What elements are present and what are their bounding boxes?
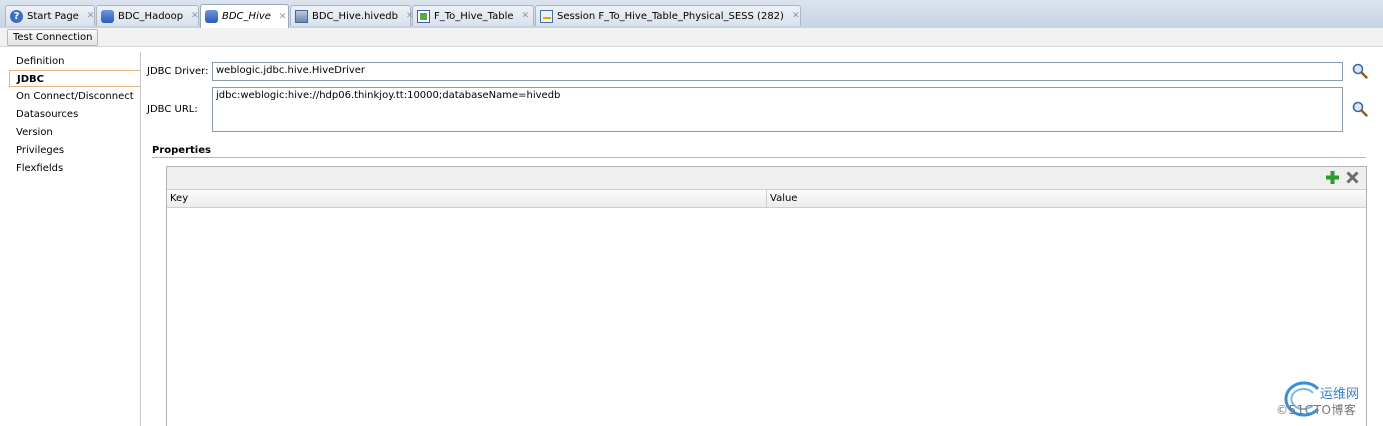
- tab-start-page[interactable]: ? Start Page ✕: [5, 5, 95, 26]
- nav-item-datasources[interactable]: Datasources: [9, 106, 140, 123]
- tab-bdc-hadoop[interactable]: BDC_Hadoop ✕: [96, 5, 199, 26]
- session-icon: [540, 9, 553, 23]
- column-header-value[interactable]: Value: [767, 190, 1366, 207]
- tab-label: Start Page: [27, 10, 79, 22]
- tab-label: BDC_Hive: [222, 11, 271, 22]
- properties-toolbar: [167, 167, 1366, 190]
- editor-nav: Definition JDBC On Connect/Disconnect Da…: [9, 52, 141, 426]
- table-header: Key Value: [167, 190, 1366, 208]
- jdbc-url-label: JDBC URL:: [147, 104, 198, 115]
- nav-item-privileges[interactable]: Privileges: [9, 142, 140, 159]
- database-icon: [101, 9, 114, 23]
- close-icon[interactable]: ✕: [279, 12, 287, 22]
- tab-label: Session F_To_Hive_Table_Physical_SESS (2…: [557, 10, 784, 22]
- jdbc-url-field[interactable]: jdbc:weblogic:hive://hdp06.thinkjoy.tt:1…: [212, 87, 1343, 132]
- close-icon[interactable]: ✕: [792, 11, 800, 21]
- column-header-key[interactable]: Key: [167, 190, 767, 207]
- editor-tab-bar: ? Start Page ✕ BDC_Hadoop ✕ BDC_Hive ✕ B…: [0, 0, 1383, 29]
- tab-f-to-hive-table[interactable]: F_To_Hive_Table ✕: [412, 5, 534, 26]
- tab-label: F_To_Hive_Table: [434, 10, 514, 22]
- nav-item-on-connect-disconnect[interactable]: On Connect/Disconnect: [9, 88, 140, 105]
- watermark-top-text: 运维网: [1320, 387, 1360, 402]
- tab-bdc-hive-hivedb[interactable]: BDC_Hive.hivedb ✕: [290, 5, 414, 26]
- tab-session[interactable]: Session F_To_Hive_Table_Physical_SESS (2…: [535, 5, 801, 26]
- delete-icon[interactable]: [1345, 170, 1360, 185]
- close-icon[interactable]: ✕: [191, 11, 199, 21]
- nav-item-definition[interactable]: Definition: [9, 53, 140, 70]
- properties-title: Properties: [152, 145, 211, 156]
- tab-label: BDC_Hadoop: [118, 10, 184, 22]
- tab-bdc-hive[interactable]: BDC_Hive ✕: [200, 4, 289, 28]
- jdbc-driver-field[interactable]: weblogic.jdbc.hive.HiveDriver: [212, 62, 1343, 81]
- nav-item-version[interactable]: Version: [9, 124, 140, 141]
- help-icon: ?: [10, 9, 23, 23]
- close-icon[interactable]: ✕: [522, 11, 530, 21]
- toolbar: Test Connection: [0, 28, 1383, 47]
- mapping-icon: [417, 9, 430, 23]
- model-icon: [295, 9, 308, 23]
- close-icon[interactable]: ✕: [87, 11, 95, 21]
- watermark-bottom-text: ©51CTO博客: [1276, 403, 1357, 417]
- jdbc-driver-label: JDBC Driver:: [147, 66, 209, 77]
- test-connection-button[interactable]: Test Connection: [7, 29, 99, 46]
- nav-item-flexfields[interactable]: Flexfields: [9, 160, 140, 177]
- section-divider: [152, 157, 1366, 158]
- watermark: 运维网 ©51CTO博客: [1276, 381, 1383, 426]
- tab-label: BDC_Hive.hivedb: [312, 10, 398, 22]
- add-icon[interactable]: [1325, 170, 1340, 185]
- nav-item-jdbc[interactable]: JDBC: [9, 70, 140, 87]
- search-icon[interactable]: [1351, 100, 1369, 118]
- database-icon: [205, 10, 218, 23]
- properties-table: Key Value: [166, 166, 1367, 426]
- search-icon[interactable]: [1351, 62, 1369, 80]
